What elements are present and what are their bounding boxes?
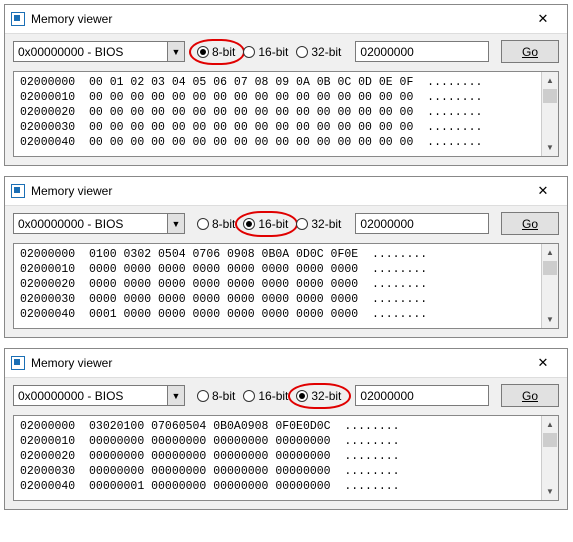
memory-viewer-window: Memory viewer✕0x00000000 - BIOS▼8-bit16-… <box>4 4 568 166</box>
radio-icon <box>197 218 209 230</box>
go-button[interactable]: Go <box>501 384 559 407</box>
radio-icon <box>197 46 209 58</box>
go-button-label: Go <box>522 217 538 231</box>
radio-label: 16-bit <box>258 217 288 231</box>
window-title: Memory viewer <box>31 184 112 198</box>
bit-width-radios: 8-bit 16-bit 32-bit <box>195 44 345 60</box>
close-button[interactable]: ✕ <box>527 181 559 201</box>
scroll-track[interactable] <box>542 433 558 483</box>
hex-dump[interactable]: 02000000 0100 0302 0504 0706 0908 0B0A 0… <box>14 244 541 328</box>
hex-dump[interactable]: 02000000 03020100 07060504 0B0A0908 0F0E… <box>14 416 541 500</box>
app-icon <box>11 356 25 370</box>
radio-icon <box>296 46 308 58</box>
chevron-down-icon[interactable]: ▼ <box>167 386 184 405</box>
radio-label: 32-bit <box>311 389 341 403</box>
toolbar: 0x00000000 - BIOS▼ 8-bit 16-bit 32-bit Go <box>5 34 567 71</box>
radio-label: 32-bit <box>311 45 341 59</box>
radio-icon <box>243 390 255 402</box>
radio-32bit[interactable]: 32-bit <box>294 388 345 404</box>
go-button-label: Go <box>522 389 538 403</box>
hex-dump[interactable]: 02000000 00 01 02 03 04 05 06 07 08 09 0… <box>14 72 541 156</box>
scroll-up-icon[interactable]: ▲ <box>542 416 558 433</box>
title-left: Memory viewer <box>11 12 112 26</box>
bit-width-radios: 8-bit 16-bit 32-bit <box>195 388 345 404</box>
close-button[interactable]: ✕ <box>527 9 559 29</box>
address-input[interactable] <box>355 41 489 62</box>
window-title: Memory viewer <box>31 356 112 370</box>
scroll-down-icon[interactable]: ▼ <box>542 483 558 500</box>
close-button[interactable]: ✕ <box>527 353 559 373</box>
radio-label: 8-bit <box>212 217 235 231</box>
scroll-thumb[interactable] <box>543 433 557 447</box>
radio-16bit[interactable]: 16-bit <box>241 388 292 404</box>
titlebar: Memory viewer ✕ <box>5 5 567 34</box>
chevron-down-icon[interactable]: ▼ <box>167 42 184 61</box>
radio-16bit[interactable]: 16-bit <box>241 44 292 60</box>
region-combo[interactable]: 0x00000000 - BIOS▼ <box>13 385 185 406</box>
region-combo-text: 0x00000000 - BIOS <box>14 44 167 60</box>
chevron-down-icon[interactable]: ▼ <box>167 214 184 233</box>
scrollbar[interactable]: ▲▼ <box>541 244 558 328</box>
radio-8bit[interactable]: 8-bit <box>195 44 239 60</box>
address-input[interactable] <box>355 385 489 406</box>
go-button[interactable]: Go <box>501 212 559 235</box>
radio-icon <box>296 390 308 402</box>
app-icon <box>11 12 25 26</box>
hex-dump-area: 02000000 0100 0302 0504 0706 0908 0B0A 0… <box>13 243 559 329</box>
scroll-down-icon[interactable]: ▼ <box>542 139 558 156</box>
region-combo-text: 0x00000000 - BIOS <box>14 216 167 232</box>
scroll-up-icon[interactable]: ▲ <box>542 72 558 89</box>
scroll-thumb[interactable] <box>543 261 557 275</box>
title-left: Memory viewer <box>11 184 112 198</box>
toolbar: 0x00000000 - BIOS▼ 8-bit 16-bit 32-bit Go <box>5 378 567 415</box>
radio-label: 16-bit <box>258 389 288 403</box>
go-button-label: Go <box>522 45 538 59</box>
radio-icon <box>243 218 255 230</box>
window-title: Memory viewer <box>31 12 112 26</box>
radio-icon <box>243 46 255 58</box>
address-input[interactable] <box>355 213 489 234</box>
titlebar: Memory viewer ✕ <box>5 349 567 378</box>
radio-8bit[interactable]: 8-bit <box>195 388 239 404</box>
scroll-down-icon[interactable]: ▼ <box>542 311 558 328</box>
bit-width-radios: 8-bit 16-bit 32-bit <box>195 216 345 232</box>
radio-icon <box>296 218 308 230</box>
scroll-track[interactable] <box>542 89 558 139</box>
radio-32bit[interactable]: 32-bit <box>294 44 345 60</box>
memory-viewer-window: Memory viewer✕0x00000000 - BIOS▼8-bit16-… <box>4 176 568 338</box>
hex-dump-area: 02000000 00 01 02 03 04 05 06 07 08 09 0… <box>13 71 559 157</box>
radio-16bit[interactable]: 16-bit <box>241 216 292 232</box>
app-icon <box>11 184 25 198</box>
radio-label: 8-bit <box>212 389 235 403</box>
scroll-track[interactable] <box>542 261 558 311</box>
radio-icon <box>197 390 209 402</box>
region-combo-text: 0x00000000 - BIOS <box>14 388 167 404</box>
region-combo[interactable]: 0x00000000 - BIOS▼ <box>13 213 185 234</box>
go-button[interactable]: Go <box>501 40 559 63</box>
scrollbar[interactable]: ▲▼ <box>541 72 558 156</box>
toolbar: 0x00000000 - BIOS▼ 8-bit 16-bit 32-bit Go <box>5 206 567 243</box>
scroll-up-icon[interactable]: ▲ <box>542 244 558 261</box>
title-left: Memory viewer <box>11 356 112 370</box>
scrollbar[interactable]: ▲▼ <box>541 416 558 500</box>
titlebar: Memory viewer ✕ <box>5 177 567 206</box>
radio-label: 16-bit <box>258 45 288 59</box>
radio-32bit[interactable]: 32-bit <box>294 216 345 232</box>
radio-label: 32-bit <box>311 217 341 231</box>
memory-viewer-window: Memory viewer✕0x00000000 - BIOS▼8-bit16-… <box>4 348 568 510</box>
radio-8bit[interactable]: 8-bit <box>195 216 239 232</box>
region-combo[interactable]: 0x00000000 - BIOS▼ <box>13 41 185 62</box>
scroll-thumb[interactable] <box>543 89 557 103</box>
radio-label: 8-bit <box>212 45 235 59</box>
hex-dump-area: 02000000 03020100 07060504 0B0A0908 0F0E… <box>13 415 559 501</box>
